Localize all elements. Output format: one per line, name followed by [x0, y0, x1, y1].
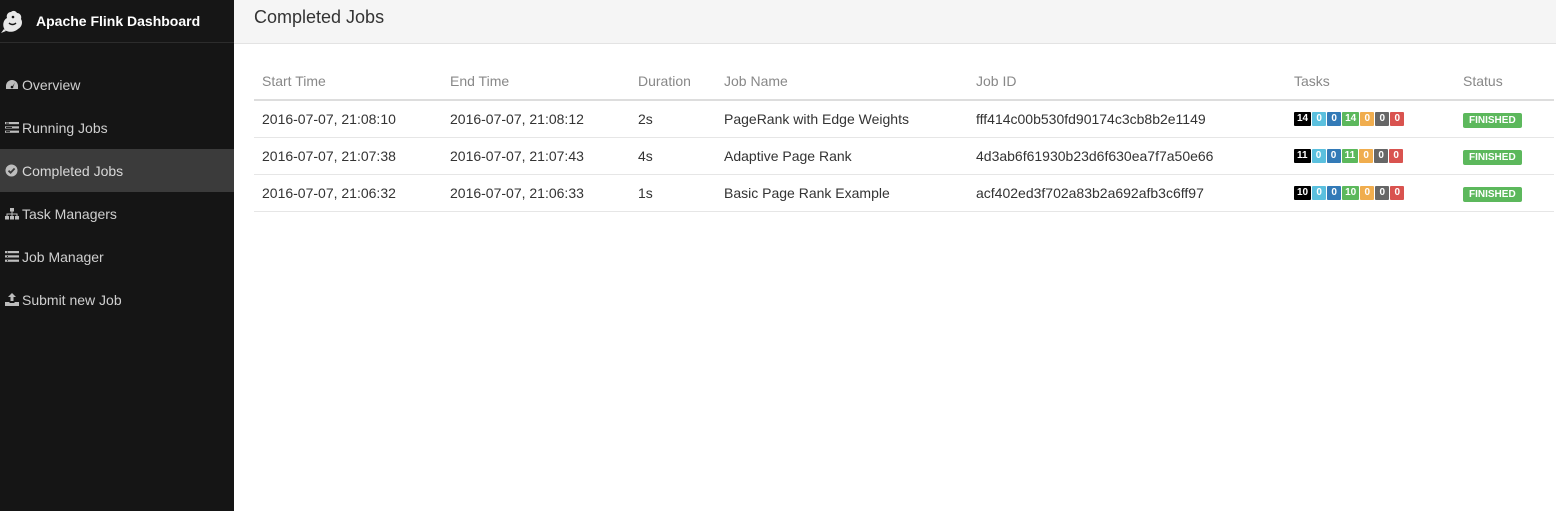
table-header-row: Start Time End Time Duration Job Name Jo… [254, 62, 1554, 101]
tasks-cell: 11 0 0 11 0 0 0 [1286, 137, 1455, 175]
sidebar-nav: Overview Running Jobs Completed Jobs Tas… [0, 63, 234, 321]
sidebar: Apache Flink Dashboard Overview Running … [0, 0, 234, 511]
table-row[interactable]: 2016-07-07, 21:06:32 2016-07-07, 21:06:3… [254, 174, 1554, 212]
sidebar-item-label: Task Managers [22, 205, 117, 222]
task-badge-created: 0 [1311, 148, 1326, 163]
sidebar-item-running-jobs[interactable]: Running Jobs [0, 106, 234, 149]
status-cell: FINISHED [1455, 100, 1554, 138]
task-badge-canceled: 0 [1374, 148, 1389, 163]
job-name-cell: Adaptive Page Rank [716, 137, 968, 175]
job-id-cell: 4d3ab6f61930b23d6f630ea7f7a50e66 [968, 137, 1286, 175]
sidebar-item-submit-new-job[interactable]: Submit new Job [0, 278, 234, 321]
job-id-cell: fff414c00b530fd90174c3cb8b2e1149 [968, 100, 1286, 138]
check-circle-icon [0, 164, 22, 177]
task-status-badges: 14 0 0 14 0 0 0 [1294, 111, 1455, 126]
start-time-cell: 2016-07-07, 21:06:32 [254, 174, 442, 212]
duration-cell: 2s [630, 100, 716, 138]
duration-cell: 1s [630, 174, 716, 212]
column-header-start-time[interactable]: Start Time [254, 62, 442, 101]
task-badge-canceling: 0 [1360, 111, 1375, 126]
task-badge-canceling: 0 [1359, 148, 1374, 163]
sidebar-item-completed-jobs[interactable]: Completed Jobs [0, 149, 234, 192]
task-badge-failed: 0 [1390, 111, 1405, 126]
page-header: Completed Jobs [234, 0, 1556, 44]
tasks-cell: 14 0 0 14 0 0 0 [1286, 100, 1455, 138]
sidebar-item-label: Overview [22, 76, 81, 93]
brand[interactable]: Apache Flink Dashboard [0, 0, 234, 43]
list-icon [0, 251, 22, 262]
task-badge-running: 0 [1327, 185, 1342, 200]
status-cell: FINISHED [1455, 137, 1554, 175]
sitemap-icon [0, 207, 22, 220]
task-badge-created: 0 [1312, 185, 1327, 200]
task-badge-running: 0 [1327, 111, 1342, 126]
sidebar-item-label: Submit new Job [22, 291, 122, 308]
status-badge: FINISHED [1463, 112, 1522, 128]
job-name-cell: PageRank with Edge Weights [716, 100, 968, 138]
start-time-cell: 2016-07-07, 21:08:10 [254, 100, 442, 138]
task-badge-finished: 10 [1342, 185, 1360, 200]
dashboard-icon [0, 79, 22, 91]
completed-jobs-table: Start Time End Time Duration Job Name Jo… [254, 62, 1554, 212]
status-badge: FINISHED [1463, 186, 1522, 202]
task-badge-canceled: 0 [1375, 185, 1390, 200]
sidebar-item-job-manager[interactable]: Job Manager [0, 235, 234, 278]
status-badge: FINISHED [1463, 149, 1522, 165]
column-header-status[interactable]: Status [1455, 62, 1554, 101]
task-badge-canceled: 0 [1375, 111, 1390, 126]
status-cell: FINISHED [1455, 174, 1554, 212]
start-time-cell: 2016-07-07, 21:07:38 [254, 137, 442, 175]
completed-jobs-panel: Start Time End Time Duration Job Name Jo… [254, 62, 1554, 212]
flink-squirrel-logo-icon [0, 0, 36, 43]
column-header-job-id[interactable]: Job ID [968, 62, 1286, 101]
app-title: Apache Flink Dashboard [36, 13, 201, 29]
table-row[interactable]: 2016-07-07, 21:07:38 2016-07-07, 21:07:4… [254, 137, 1554, 175]
end-time-cell: 2016-07-07, 21:07:43 [442, 137, 630, 175]
sidebar-item-label: Completed Jobs [22, 162, 124, 179]
column-header-duration[interactable]: Duration [630, 62, 716, 101]
sidebar-item-label: Job Manager [22, 248, 104, 265]
task-badge-canceling: 0 [1360, 185, 1375, 200]
task-badge-total: 14 [1294, 111, 1312, 126]
task-badge-finished: 11 [1341, 148, 1359, 163]
tasks-icon [0, 122, 22, 133]
task-badge-failed: 0 [1389, 148, 1404, 163]
end-time-cell: 2016-07-07, 21:08:12 [442, 100, 630, 138]
task-badge-failed: 0 [1390, 185, 1405, 200]
job-name-cell: Basic Page Rank Example [716, 174, 968, 212]
sidebar-item-label: Running Jobs [22, 119, 108, 136]
table-row[interactable]: 2016-07-07, 21:08:10 2016-07-07, 21:08:1… [254, 100, 1554, 138]
task-badge-total: 11 [1294, 148, 1311, 163]
end-time-cell: 2016-07-07, 21:06:33 [442, 174, 630, 212]
page-title: Completed Jobs [254, 7, 385, 27]
task-badge-finished: 14 [1342, 111, 1360, 126]
task-status-badges: 11 0 0 11 0 0 0 [1294, 148, 1455, 163]
column-header-tasks[interactable]: Tasks [1286, 62, 1455, 101]
upload-icon [0, 293, 22, 306]
tasks-cell: 10 0 0 10 0 0 0 [1286, 174, 1455, 212]
task-badge-created: 0 [1312, 111, 1327, 126]
table-body: 2016-07-07, 21:08:10 2016-07-07, 21:08:1… [254, 100, 1554, 212]
sidebar-item-overview[interactable]: Overview [0, 63, 234, 106]
duration-cell: 4s [630, 137, 716, 175]
task-badge-total: 10 [1294, 185, 1312, 200]
column-header-job-name[interactable]: Job Name [716, 62, 968, 101]
task-badge-running: 0 [1326, 148, 1341, 163]
column-header-end-time[interactable]: End Time [442, 62, 630, 101]
task-status-badges: 10 0 0 10 0 0 0 [1294, 185, 1455, 200]
sidebar-item-task-managers[interactable]: Task Managers [0, 192, 234, 235]
job-id-cell: acf402ed3f702a83b2a692afb3c6ff97 [968, 174, 1286, 212]
